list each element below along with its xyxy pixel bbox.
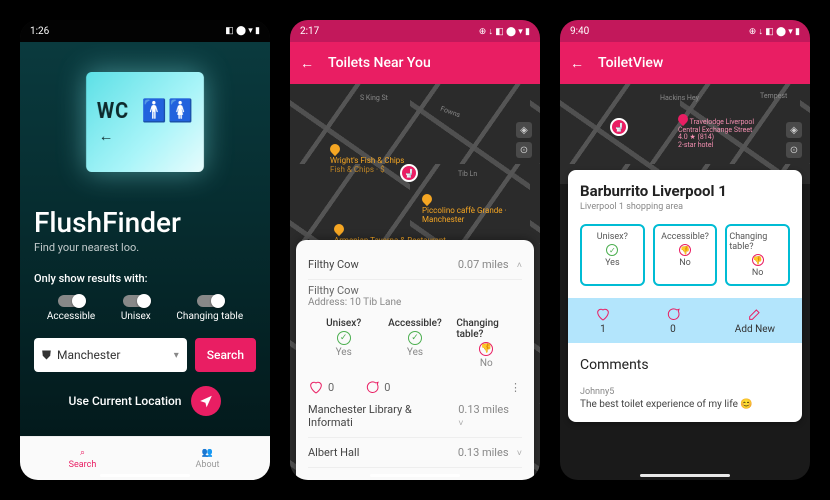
city-select[interactable]: ⛊ Manchester ▾	[34, 338, 187, 372]
status-bar: 1:26 ◧ ⬤ ▾ ▮	[20, 20, 270, 42]
chip-accessible: Accessible?👎No	[653, 224, 718, 286]
city-selected: Manchester	[57, 348, 120, 362]
toilet-pin-icon[interactable]: 🚽	[400, 164, 418, 182]
map-controls: ◈ ⊙	[516, 122, 532, 158]
map-view[interactable]: ◈ ⊙ Hackins Hey Tempest 🚽 Travelodge Liv…	[560, 84, 810, 184]
attr-changing: Changing table?👎No	[456, 318, 516, 369]
comment-button[interactable]: 0	[665, 306, 681, 335]
venue-subtitle: Liverpool 1 shopping area	[580, 202, 790, 212]
detail-card: Barburrito Liverpool 1 Liverpool 1 shopp…	[568, 170, 802, 422]
search-icon: ⌕	[80, 448, 85, 458]
layers-icon[interactable]: ◈	[786, 122, 802, 138]
like-button[interactable]: 1	[595, 306, 611, 335]
screen-detail: 9:40 ⊕ ↓ ◧ ⬤ ▾ ▮ ← ToiletView ◈ ⊙ Hackin…	[560, 20, 810, 480]
results-sheet[interactable]: Filthy Cow 0.07 miles ˄ Filthy Cow Addre…	[296, 240, 534, 480]
poi-marker[interactable]: Wright's Fish & ChipsFish & Chips · $	[330, 144, 404, 174]
thumbs-down-icon: 👎	[479, 342, 493, 356]
back-arrow-icon[interactable]: ←	[300, 55, 314, 72]
app-bar: ← ToiletView	[560, 42, 810, 84]
status-icons: ⊕ ↓ ◧ ⬤ ▾ ▮	[749, 26, 800, 37]
more-icon[interactable]: ⋮	[510, 381, 522, 394]
system-navbar[interactable]	[640, 474, 730, 477]
screen-title: Toilets Near You	[328, 55, 431, 71]
app-tagline: Find your nearest loo.	[34, 241, 256, 254]
comment-item: Johnny5 The best toilet experience of my…	[580, 387, 790, 410]
screen-home: 1:26 ◧ ⬤ ▾ ▮ WC 🚹🚺 ← FlushFinder Find yo…	[20, 20, 270, 480]
search-button[interactable]: Search	[195, 338, 256, 372]
app-bar: ← Toilets Near You	[290, 42, 540, 84]
status-time: 1:26	[30, 26, 49, 37]
compass-icon[interactable]: ⊙	[786, 142, 802, 158]
screen-title: ToiletView	[598, 55, 663, 71]
detail-name: Filthy Cow	[308, 284, 522, 297]
status-icons: ◧ ⬤ ▾ ▮	[225, 26, 260, 36]
shield-icon: ⛊	[42, 348, 51, 363]
back-arrow-icon[interactable]: ←	[570, 55, 584, 72]
chip-changing: Changing table?👎No	[725, 224, 790, 286]
status-time: 2:17	[300, 26, 319, 37]
chevron-down-icon: ▾	[174, 350, 179, 361]
status-icons: ⊕ ↓ ◧ ⬤ ▾ ▮	[479, 26, 530, 37]
comment-button[interactable]: 0	[364, 379, 390, 395]
attr-accessible: Accessible?✓Yes	[385, 318, 445, 369]
screen-list: 2:17 ⊕ ↓ ◧ ⬤ ▾ ▮ ← Toilets Near You ◈ ⊙ …	[290, 20, 540, 480]
comments-header: Comments	[580, 357, 790, 373]
map-controls: ◈ ⊙	[786, 122, 802, 158]
hotel-poi[interactable]: Travelodge Liverpool Central Exchange St…	[678, 114, 768, 150]
toilet-pin-icon[interactable]: 🚽	[610, 118, 628, 136]
chip-unisex: Unisex?✓Yes	[580, 224, 645, 286]
system-navbar[interactable]	[370, 474, 460, 477]
filter-label: Only show results with:	[34, 272, 256, 285]
check-icon: ✓	[408, 331, 422, 345]
thumbs-down-icon: 👎	[679, 244, 691, 256]
compass-icon[interactable]: ⊙	[516, 142, 532, 158]
list-item[interactable]: Manchester Library & Informati0.13 miles…	[308, 395, 522, 438]
wc-sign-image: WC 🚹🚺 ←	[86, 72, 204, 172]
status-time: 9:40	[570, 26, 589, 37]
add-new-button[interactable]: Add New	[735, 306, 775, 335]
filter-toggles: Accessible Unisex Changing table	[34, 295, 256, 322]
list-item[interactable]: Albert Hall0.13 miles ˅	[308, 438, 522, 468]
attr-unisex: Unisex?✓Yes	[314, 318, 374, 369]
chevron-up-icon: ˄	[515, 261, 523, 271]
list-item[interactable]: Filthy Cow 0.07 miles ˄	[308, 250, 522, 280]
poi-marker[interactable]: Piccolino caffè Grande · Manchester	[422, 194, 540, 224]
layers-icon[interactable]: ◈	[516, 122, 532, 138]
toggle-accessible[interactable]: Accessible	[47, 295, 95, 322]
status-bar: 2:17 ⊕ ↓ ◧ ⬤ ▾ ▮	[290, 20, 540, 42]
thumbs-down-icon: 👎	[752, 254, 764, 266]
app-title: FlushFinder	[34, 206, 256, 239]
system-navbar[interactable]	[100, 474, 190, 477]
use-location-label: Use Current Location	[69, 394, 182, 408]
check-icon: ✓	[337, 331, 351, 345]
people-icon: 👥	[202, 448, 213, 458]
toggle-changing-table[interactable]: Changing table	[176, 295, 243, 322]
status-bar: 9:40 ⊕ ↓ ◧ ⬤ ▾ ▮	[560, 20, 810, 42]
check-icon: ✓	[606, 244, 618, 256]
venue-name: Barburrito Liverpool 1	[580, 182, 790, 200]
use-location-button[interactable]	[191, 386, 221, 416]
hero-area: WC 🚹🚺 ← FlushFinder Find your nearest lo…	[20, 42, 270, 436]
toggle-unisex[interactable]: Unisex	[121, 295, 151, 322]
detail-address: Address: 10 Tib Lane	[308, 297, 522, 308]
like-button[interactable]: 0	[308, 379, 334, 395]
map-view[interactable]: ◈ ⊙ S King St Fowns Wright's Fish & Chip…	[290, 84, 540, 480]
